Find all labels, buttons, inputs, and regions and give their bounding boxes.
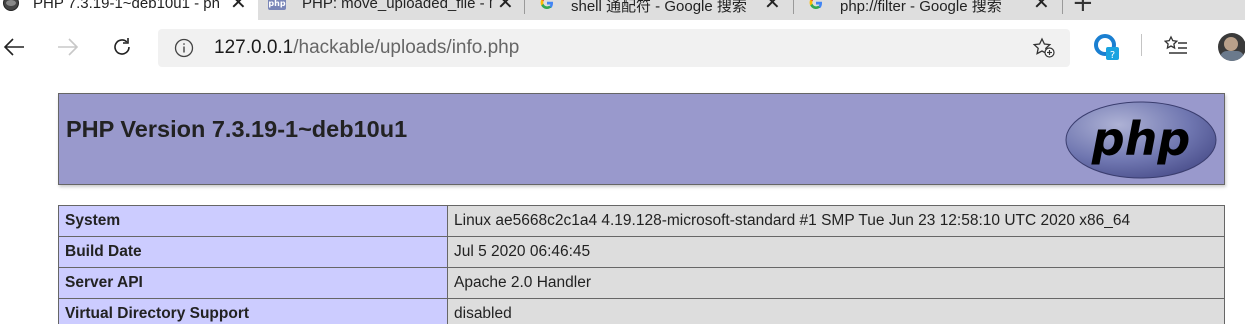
table-row: Virtual Directory Support disabled bbox=[58, 298, 1225, 324]
table-row: Build Date Jul 5 2020 06:46:45 bbox=[58, 236, 1225, 268]
url-path: /hackable/uploads/info.php bbox=[293, 37, 520, 58]
tab-title: shell 通配符 - Google 搜索 bbox=[571, 0, 747, 15]
arrow-right-icon bbox=[58, 38, 79, 56]
php-favicon-icon: php bbox=[268, 0, 286, 10]
tab-strip: PHP 7.3.19-1~deb10u1 - ph ✕ php PHP: mov… bbox=[0, 0, 1245, 20]
tab-separator bbox=[793, 0, 794, 14]
row-key: Build Date bbox=[58, 236, 448, 268]
address-bar[interactable]: 127.0.0.1/hackable/uploads/info.php bbox=[158, 29, 1070, 67]
php-info-table: System Linux ae5668c2c1a4 4.19.128-micro… bbox=[58, 205, 1225, 324]
tab-title: PHP 7.3.19-1~deb10u1 - ph bbox=[33, 0, 219, 12]
arrow-left-icon bbox=[3, 38, 24, 56]
row-key: Server API bbox=[58, 267, 448, 299]
row-key: Virtual Directory Support bbox=[58, 298, 448, 324]
close-icon[interactable]: ✕ bbox=[764, 0, 781, 12]
row-value: Linux ae5668c2c1a4 4.19.128-microsoft-st… bbox=[447, 205, 1225, 237]
page-content: PHP Version 7.3.19-1~deb10u1 php System … bbox=[0, 76, 1245, 324]
google-g-icon bbox=[540, 0, 553, 9]
close-icon[interactable]: ✕ bbox=[1033, 0, 1050, 12]
tab-google-shell[interactable]: shell 通配符 - Google 搜索 ✕ bbox=[526, 0, 794, 20]
info-icon[interactable] bbox=[174, 38, 194, 58]
url-text[interactable]: 127.0.0.1/hackable/uploads/info.php bbox=[214, 37, 519, 59]
tab-separator bbox=[524, 0, 525, 14]
add-favorite-icon[interactable] bbox=[1032, 37, 1056, 59]
tab-phpinfo[interactable]: PHP 7.3.19-1~deb10u1 - ph ✕ bbox=[0, 0, 258, 20]
extension-icon[interactable]: ? bbox=[1092, 32, 1122, 62]
row-value: Apache 2.0 Handler bbox=[447, 267, 1225, 299]
tab-php-manual[interactable]: php PHP: move_uploaded_file - M ✕ bbox=[259, 0, 525, 20]
tab-google-filter[interactable]: php://filter - Google 搜索 ✕ bbox=[795, 0, 1063, 20]
php-logo[interactable]: php bbox=[1065, 101, 1217, 179]
avatar[interactable] bbox=[1218, 33, 1245, 61]
tab-title: php://filter - Google 搜索 bbox=[840, 0, 1002, 15]
page-title: PHP Version 7.3.19-1~deb10u1 bbox=[66, 116, 408, 142]
refresh-button[interactable] bbox=[108, 30, 136, 64]
php-circle-icon bbox=[3, 0, 19, 11]
url-host: 127.0.0.1 bbox=[214, 37, 294, 58]
svg-text:php: php bbox=[268, 0, 285, 8]
table-row: Server API Apache 2.0 Handler bbox=[58, 267, 1225, 299]
logo-text: php bbox=[1091, 112, 1191, 166]
refresh-icon bbox=[114, 38, 130, 55]
tab-separator bbox=[1062, 0, 1063, 14]
forward-button[interactable] bbox=[54, 30, 82, 64]
browser-toolbar: 127.0.0.1/hackable/uploads/info.php ? bbox=[0, 20, 1245, 76]
tab-title: PHP: move_uploaded_file - M bbox=[302, 0, 492, 12]
svg-text:?: ? bbox=[1110, 50, 1115, 61]
close-icon[interactable]: ✕ bbox=[230, 0, 247, 12]
google-g-icon bbox=[809, 0, 822, 9]
toolbar-separator bbox=[1141, 34, 1142, 56]
favorites-list-icon[interactable] bbox=[1164, 35, 1188, 57]
new-tab-button[interactable]: + bbox=[1072, 0, 1094, 16]
close-icon[interactable]: ✕ bbox=[497, 0, 514, 12]
row-value: disabled bbox=[447, 298, 1225, 324]
php-version-header: PHP Version 7.3.19-1~deb10u1 php bbox=[58, 93, 1225, 185]
table-row: System Linux ae5668c2c1a4 4.19.128-micro… bbox=[58, 205, 1225, 237]
back-button[interactable] bbox=[0, 30, 28, 64]
row-key: System bbox=[58, 205, 448, 237]
row-value: Jul 5 2020 06:46:45 bbox=[447, 236, 1225, 268]
